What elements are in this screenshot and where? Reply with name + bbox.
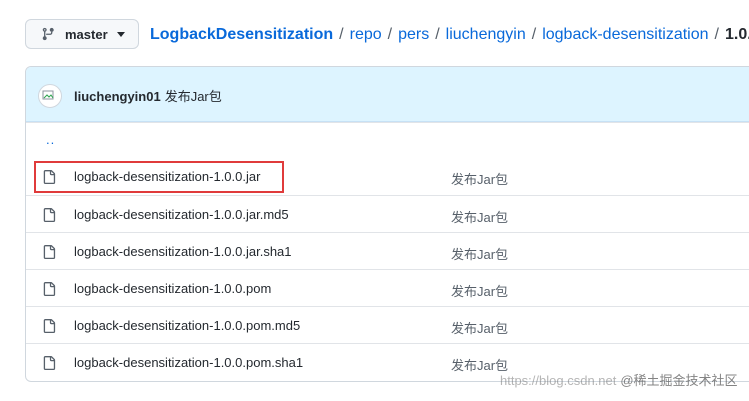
parent-directory-link[interactable]: .. xyxy=(46,132,55,147)
file-row[interactable]: logback-desensitization-1.0.0.pom 发布Jar包 xyxy=(26,269,749,306)
breadcrumb-link-repo[interactable]: repo xyxy=(350,26,382,43)
breadcrumb-separator: / xyxy=(387,26,393,43)
file-name-link[interactable]: logback-desensitization-1.0.0.jar xyxy=(74,169,260,184)
file-icon xyxy=(43,356,56,370)
breadcrumb-link-liuchengyin[interactable]: liuchengyin xyxy=(446,26,526,43)
breadcrumb-link-logback-desensitization[interactable]: logback-desensitization xyxy=(542,26,708,43)
file-commit-message[interactable]: 发布Jar包 xyxy=(451,169,508,188)
file-icon xyxy=(43,319,56,333)
top-bar: master LogbackDesensitization / repo / pers /… xyxy=(0,0,749,66)
watermark-brand: @稀土掘金技术社区 xyxy=(620,373,738,388)
file-icon xyxy=(43,208,56,222)
breadcrumb-separator: / xyxy=(435,26,440,43)
breadcrumb-separator: / xyxy=(714,26,719,43)
git-branch-icon xyxy=(42,27,54,41)
commit-author-name[interactable]: liuchengyin01 xyxy=(74,89,161,104)
breadcrumb-link-pers[interactable]: pers xyxy=(398,26,429,43)
breadcrumb-separator: / xyxy=(339,26,344,43)
chevron-down-icon xyxy=(116,31,125,37)
commit-message[interactable]: 发布Jar包 xyxy=(165,89,222,104)
latest-commit-header: liuchengyin01 发布Jar包 xyxy=(26,67,749,122)
watermark-url: https://blog.csdn.net xyxy=(500,373,617,388)
file-icon xyxy=(43,170,56,184)
breadcrumb: LogbackDesensitization / repo / pers / liuchen… xyxy=(150,24,749,46)
file-name-link[interactable]: logback-desensitization-1.0.0.jar.md5 xyxy=(74,207,289,222)
file-commit-message[interactable]: 发布Jar包 xyxy=(451,318,508,337)
file-row[interactable]: logback-desensitization-1.0.0.jar.sha1 发布… xyxy=(26,232,749,269)
file-name-link[interactable]: logback-desensitization-1.0.0.pom xyxy=(74,281,271,296)
file-name-link[interactable]: logback-desensitization-1.0.0.pom.md5 xyxy=(74,318,300,333)
file-row[interactable]: logback-desensitization-1.0.0.pom.md5 发布J… xyxy=(26,306,749,343)
file-name-link[interactable]: logback-desensitization-1.0.0.jar.sha1 xyxy=(74,244,292,259)
parent-directory-row[interactable]: .. xyxy=(26,122,749,158)
breadcrumb-separator: / xyxy=(531,26,537,43)
file-icon xyxy=(43,282,56,296)
branch-selector-button[interactable]: master xyxy=(25,19,139,49)
branch-label: master xyxy=(65,26,108,42)
file-name-link[interactable]: logback-desensitization-1.0.0.pom.sha1 xyxy=(74,355,303,370)
file-list-box: liuchengyin01 发布Jar包 .. logback-desensiti… xyxy=(25,66,749,382)
file-icon xyxy=(43,245,56,259)
file-row[interactable]: logback-desensitization-1.0.0.jar 发布Jar包 xyxy=(26,158,749,195)
file-commit-message[interactable]: 发布Jar包 xyxy=(451,244,508,263)
avatar-icon[interactable] xyxy=(38,84,62,108)
breadcrumb-current: 1.0.0 xyxy=(724,26,749,43)
file-row[interactable]: logback-desensitization-1.0.0.jar.md5 发布J… xyxy=(26,195,749,232)
file-commit-message[interactable]: 发布Jar包 xyxy=(451,281,508,300)
breadcrumb-repo-link[interactable]: LogbackDesensitization xyxy=(150,26,333,43)
watermark: https://blog.csdn.net @稀土掘金技术社区 xyxy=(500,370,738,389)
commit-author[interactable]: liuchengyin01 发布Jar包 xyxy=(74,86,222,105)
file-commit-message[interactable]: 发布Jar包 xyxy=(451,207,508,226)
